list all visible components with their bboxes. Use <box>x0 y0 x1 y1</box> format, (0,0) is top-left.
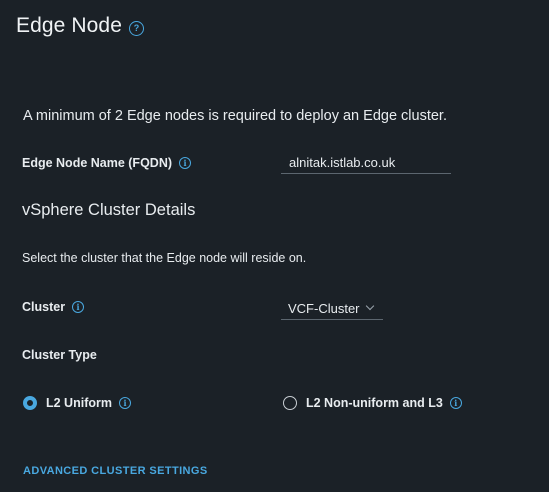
cluster-type-label: Cluster Type <box>22 348 97 362</box>
info-icon[interactable]: i <box>118 397 131 409</box>
page-header: Edge Node ? <box>16 14 144 38</box>
advanced-cluster-settings-link[interactable]: ADVANCED CLUSTER SETTINGS <box>23 465 208 477</box>
cluster-select-value: VCF-Cluster <box>288 300 360 316</box>
radio-label-l2-uniform: L2 Uniform <box>46 396 112 410</box>
intro-text: A minimum of 2 Edge nodes is required to… <box>23 108 447 124</box>
edge-node-page: Edge Node ? A minimum of 2 Edge nodes is… <box>0 0 549 492</box>
radio-button-unchecked[interactable] <box>283 396 297 410</box>
info-icon[interactable]: i <box>449 397 462 409</box>
info-icon[interactable]: i <box>72 301 85 313</box>
radio-l2-nonuniform-l3[interactable]: L2 Non-uniform and L3 i <box>283 396 462 410</box>
cluster-type-label-text: Cluster Type <box>22 348 97 362</box>
edge-node-name-label-text: Edge Node Name (FQDN) <box>22 156 173 170</box>
radio-label-l2-nonuniform-l3: L2 Non-uniform and L3 <box>306 396 443 410</box>
edge-node-name-label: Edge Node Name (FQDN) i <box>22 156 192 170</box>
vsphere-section-description: Select the cluster that the Edge node wi… <box>22 251 307 265</box>
radio-button-checked[interactable] <box>23 396 37 410</box>
edge-node-name-input[interactable] <box>281 151 451 174</box>
cluster-label-text: Cluster <box>22 300 66 314</box>
radio-l2-uniform[interactable]: L2 Uniform i <box>23 396 131 410</box>
page-title: Edge Node <box>16 14 122 37</box>
info-icon[interactable]: i <box>179 157 192 169</box>
question-circle-icon[interactable]: ? <box>128 20 144 36</box>
vsphere-section-title: vSphere Cluster Details <box>22 201 196 219</box>
cluster-select[interactable]: VCF-Cluster <box>281 297 383 320</box>
chevron-down-icon <box>365 301 374 311</box>
cluster-label: Cluster i <box>22 300 85 314</box>
